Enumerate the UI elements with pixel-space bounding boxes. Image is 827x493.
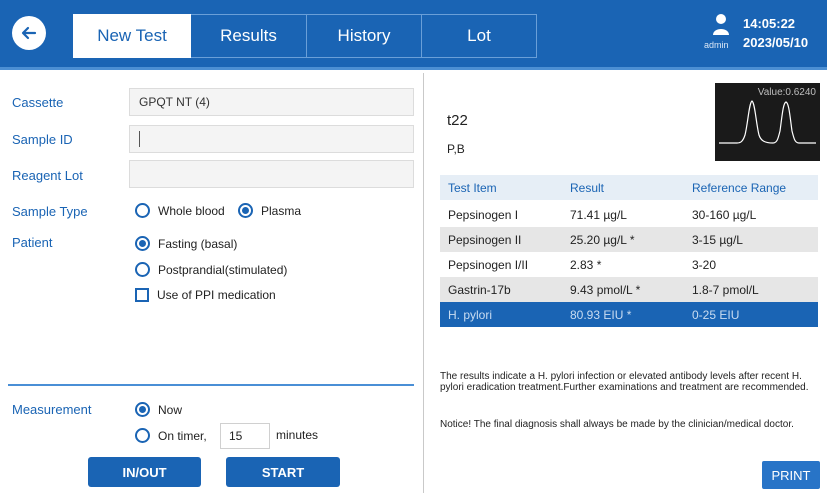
user-icon (713, 14, 729, 35)
start-button[interactable]: START (226, 457, 340, 487)
tab-lot[interactable]: Lot (422, 14, 537, 58)
section-divider (8, 384, 414, 386)
sample-type-code: P,B (447, 142, 465, 156)
row-range: 0-25 EIU (692, 307, 740, 322)
user-account[interactable]: admin (704, 12, 734, 56)
diagnosis-notice: Notice! The final diagnosis shall always… (440, 419, 794, 430)
sample-name: t22 (447, 112, 468, 129)
measurement-on-timer[interactable]: On timer, (135, 428, 207, 443)
patient-fasting[interactable]: Fasting (basal) (135, 236, 237, 251)
table-row-selected[interactable]: H. pylori 80.93 EIU * 0-25 EIU (440, 302, 818, 327)
in-out-button[interactable]: IN/OUT (88, 457, 201, 487)
postprandial-label: Postprandial(stimulated) (158, 262, 288, 277)
col-test-item: Test Item (448, 180, 497, 195)
result-interpretation: The results indicate a H. pylori infecti… (440, 371, 809, 393)
tab-history[interactable]: History (307, 14, 422, 58)
radio-fasting[interactable] (135, 236, 150, 251)
sample-id-input[interactable] (129, 125, 414, 153)
measurement-now[interactable]: Now (135, 402, 182, 417)
sample-type-plasma[interactable]: Plasma (238, 203, 301, 218)
graph-value: Value:0.6240 (757, 87, 816, 98)
radio-now[interactable] (135, 402, 150, 417)
cassette-field[interactable]: GPQT NT (4) (129, 88, 414, 116)
timer-value: 15 (229, 429, 243, 443)
text-cursor (139, 131, 140, 147)
arrow-left-icon (21, 26, 37, 40)
reagent-lot-input[interactable] (129, 160, 414, 188)
table-row[interactable]: Gastrin-17b 9.43 pmol/L * 1.8-7 pmol/L (440, 277, 818, 302)
cassette-value: GPQT NT (4) (139, 95, 210, 109)
row-range: 30-160 µg/L (692, 207, 757, 222)
patient-postprandial[interactable]: Postprandial(stimulated) (135, 262, 287, 277)
ppi-label: Use of PPI medication (157, 288, 276, 302)
radio-whole-blood[interactable] (135, 203, 150, 218)
row-result: 2.83 * (570, 257, 602, 272)
row-range: 1.8-7 pmol/L (692, 282, 759, 297)
signal-graph: Value:0.6240 (715, 83, 820, 161)
col-reference-range: Reference Range (692, 180, 787, 195)
back-button[interactable] (12, 16, 46, 50)
clock-date: 2023/05/10 (743, 35, 809, 50)
sample-id-label: Sample ID (12, 132, 73, 147)
radio-postprandial[interactable] (135, 262, 150, 277)
measurement-label: Measurement (12, 402, 92, 417)
patient-label: Patient (12, 235, 53, 250)
minutes-label: minutes (276, 428, 319, 442)
results-table: Test Item Result Reference Range Pepsino… (440, 175, 818, 327)
row-range: 3-20 (692, 257, 717, 272)
table-row[interactable]: Pepsinogen I/II 2.83 * 3-20 (440, 252, 818, 277)
timer-input[interactable]: 15 (220, 423, 270, 449)
table-header: Test Item Result Reference Range (440, 175, 818, 200)
ppi-checkbox[interactable] (135, 288, 149, 302)
fasting-label: Fasting (basal) (158, 236, 238, 251)
now-label: Now (158, 402, 183, 417)
tab-new-test[interactable]: New Test (73, 14, 191, 58)
row-item: Gastrin-17b (448, 282, 511, 297)
row-item: Pepsinogen II (448, 232, 522, 247)
row-result: 9.43 pmol/L * (570, 282, 641, 297)
col-result: Result (570, 180, 605, 195)
print-button[interactable]: PRINT (762, 461, 820, 489)
table-row[interactable]: Pepsinogen I 71.41 µg/L 30-160 µg/L (440, 202, 818, 227)
clock: 14:05:22 2023/05/10 (743, 14, 808, 52)
row-result: 80.93 EIU * (570, 307, 632, 322)
on-timer-label: On timer, (158, 428, 207, 443)
table-row[interactable]: Pepsinogen II 25.20 µg/L * 3-15 µg/L (440, 227, 818, 252)
top-bar: New Test Results History Lot admin 14:05… (0, 0, 827, 70)
row-item: Pepsinogen I (448, 207, 519, 222)
whole-blood-label: Whole blood (158, 203, 225, 218)
row-item: H. pylori (448, 307, 493, 322)
reagent-lot-label: Reagent Lot (12, 168, 83, 183)
clock-time: 14:05:22 (743, 16, 796, 31)
row-result: 71.41 µg/L (570, 207, 627, 222)
row-item: Pepsinogen I/II (448, 257, 529, 272)
sample-type-whole-blood[interactable]: Whole blood (135, 203, 225, 218)
radio-on-timer[interactable] (135, 428, 150, 443)
plasma-label: Plasma (261, 203, 302, 218)
row-result: 25.20 µg/L * (570, 232, 635, 247)
radio-plasma[interactable] (238, 203, 253, 218)
ppi-option[interactable]: Use of PPI medication (135, 288, 276, 302)
user-name: admin (704, 40, 729, 50)
sample-type-label: Sample Type (12, 204, 88, 219)
cassette-label: Cassette (12, 95, 64, 110)
tab-results[interactable]: Results (191, 14, 307, 58)
row-range: 3-15 µg/L (692, 232, 743, 247)
